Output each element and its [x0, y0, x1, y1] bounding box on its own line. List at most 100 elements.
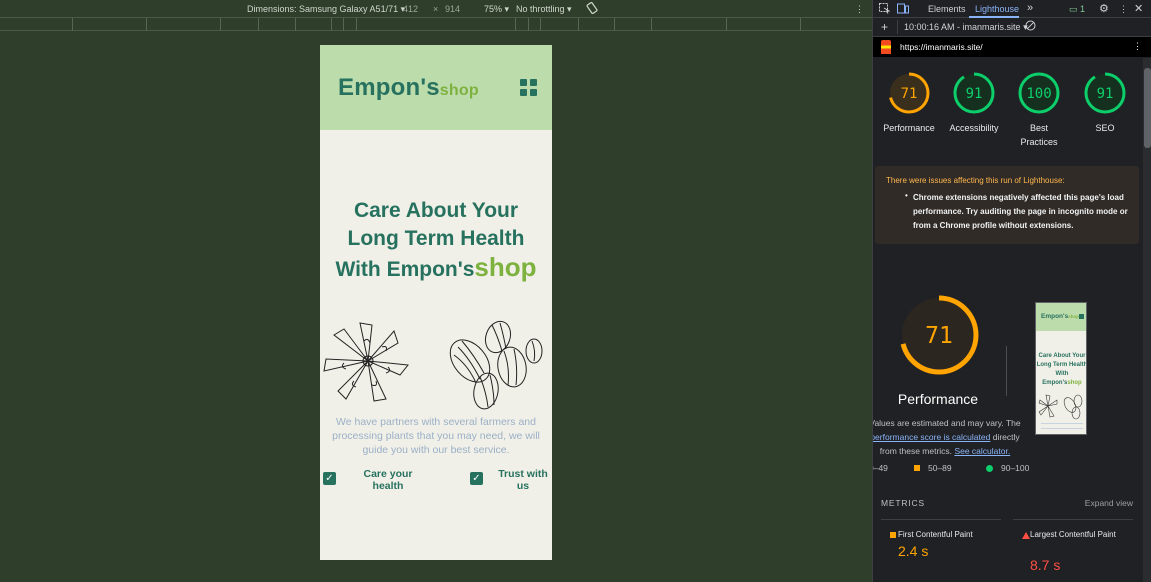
close-icon[interactable]: ✕ — [1134, 2, 1143, 15]
device-dimensions-select[interactable]: Dimensions: Samsung Galaxy A51/71 ▾ — [247, 4, 405, 15]
gauge-accessibility-value: 91 — [966, 86, 983, 102]
thumb-text-lines — [1041, 423, 1083, 429]
hero-title-line-2: Long Term Health — [347, 227, 525, 250]
devtools-panel: Elements Lighthouse » ▭ 1 ⚙ ⋮ ✕ + 10:00:… — [872, 0, 1151, 582]
issues-count: 1 — [1080, 4, 1086, 14]
times-symbol: × — [433, 4, 439, 14]
hero-title: Care About Your Long Term Health With Em… — [320, 197, 552, 284]
performance-gauge-large-value: 71 — [925, 323, 953, 349]
score-calculated-link[interactable]: performance score is calculated — [873, 432, 990, 442]
thumb-title-line-1: Care About Your — [1038, 353, 1086, 359]
hero-title-shop: shop — [474, 252, 537, 282]
device-more-button[interactable]: ⋮ — [855, 4, 864, 15]
clear-reports-icon[interactable] — [1025, 20, 1036, 33]
thumb-title: Care About Your Long Term Health With Em… — [1036, 352, 1087, 388]
logo-main-text: Empon's — [338, 74, 440, 101]
gauge-accessibility[interactable]: 91 Accessibility — [941, 70, 1007, 135]
lighthouse-report: 71 Performance 91 Accessibility 100 Best Prac… — [873, 58, 1143, 582]
gauge-seo[interactable]: 91 SEO — [1072, 70, 1138, 135]
legend-average-range: 50–89 — [928, 463, 952, 473]
metric-separator — [1013, 519, 1133, 520]
gauge-seo-label: SEO — [1095, 123, 1115, 133]
checkbox-icon: ✓ — [470, 472, 483, 485]
lighthouse-toolbar: + 10:00:16 AM - imanmaris.site ▾ — [873, 18, 1151, 37]
tab-lighthouse[interactable]: Lighthouse — [975, 4, 1019, 14]
thumb-title-line-3: With Empon'sshop — [1036, 370, 1086, 388]
performance-gauge-large: 71 — [899, 295, 979, 375]
gauge-best-practices-value: 100 — [1026, 86, 1051, 102]
see-calculator-link[interactable]: See calculator. — [954, 446, 1010, 456]
throttling-value: No throttling — [516, 4, 565, 14]
feature-trust: ✓ Trust with us — [470, 468, 552, 496]
mobile-viewport: Empon'sshop Care About Your Long Term He… — [320, 45, 552, 560]
warning-title: There were issues affecting this run of … — [886, 176, 1065, 185]
pass-circle-icon — [986, 465, 993, 472]
gauge-best-practices[interactable]: 100 Best Practices — [1006, 70, 1072, 149]
hero-description: We have partners with several farmers an… — [332, 416, 540, 456]
thumb-logo: Empon'sshop — [1041, 313, 1079, 320]
warning-text: Chrome extensions negatively affected th… — [913, 193, 1128, 230]
grid-menu-icon[interactable] — [520, 79, 537, 96]
new-report-button[interactable]: + — [881, 20, 888, 34]
tab-elements[interactable]: Elements — [928, 4, 966, 14]
gauge-divider — [1006, 346, 1007, 396]
zoom-select[interactable]: 75% ▾ — [484, 4, 509, 15]
thumb-title-shop: shop — [1067, 380, 1082, 386]
thumb-logo-main: Empon's — [1041, 313, 1069, 320]
spice-illustration — [323, 320, 543, 410]
rotate-icon[interactable] — [586, 1, 598, 16]
devtools-tab-bar: Elements Lighthouse » ▭ 1 ⚙ ⋮ ✕ — [873, 0, 1151, 18]
metric-fcp-name: First Contentful Paint — [898, 530, 973, 539]
feature-care-health-label: Care your health — [363, 468, 413, 492]
site-logo[interactable]: Empon'sshop — [338, 74, 479, 102]
gauge-performance-value: 71 — [901, 86, 918, 102]
settings-gear-icon[interactable]: ⚙ — [1099, 2, 1109, 15]
legend-fail: 0–49 — [873, 463, 888, 473]
throttling-select[interactable]: No throttling ▾ — [516, 4, 572, 15]
gauge-best-practices-ring: 100 — [1018, 72, 1060, 114]
final-screenshot-thumbnail[interactable]: Empon'sshop Care About Your Long Term He… — [1035, 302, 1087, 435]
thumb-title-line-2: Long Term Health — [1036, 362, 1087, 368]
gauge-best-practices-label: Best Practices — [1020, 123, 1058, 147]
thumb-menu-icon — [1079, 314, 1084, 319]
metric-separator — [881, 519, 1001, 520]
hero-title-line-3: With Empon'sshop — [320, 253, 552, 284]
report-select[interactable]: 10:00:16 AM - imanmaris.site ▾ — [904, 22, 1028, 33]
report-menu-icon[interactable]: ⋮ — [1133, 41, 1142, 52]
legend-average: 50–89 — [914, 463, 952, 473]
device-dimensions-label: Dimensions: Samsung Galaxy A51/71 — [247, 4, 399, 14]
device-width-input[interactable]: 412 — [403, 4, 418, 14]
gauge-accessibility-label: Accessibility — [949, 123, 999, 133]
metric-fcp-value: 2.4 s — [898, 543, 929, 559]
more-tabs-button[interactable]: » — [1027, 2, 1033, 14]
score-legend: 0–49 50–89 90–100 — [873, 463, 1143, 477]
metrics-header: METRICS Expand view — [881, 498, 1133, 514]
thumb-spice-illustration — [1038, 394, 1083, 420]
gauge-performance-label: Performance — [883, 123, 935, 133]
media-query-ruler — [0, 18, 872, 31]
expand-view-toggle[interactable]: Expand view — [1085, 498, 1133, 508]
metric-lcp-value: 8.7 s — [1030, 557, 1061, 573]
legend-pass: 90–100 — [986, 463, 1029, 473]
hero-title-line-1: Care About Your — [353, 199, 519, 222]
legend-fail-range: 0–49 — [873, 463, 888, 473]
devtools-menu-icon[interactable]: ⋮ — [1119, 4, 1128, 15]
checkbox-icon: ✓ — [323, 472, 336, 485]
inspect-element-icon[interactable] — [879, 3, 891, 16]
toolbar-divider — [897, 20, 898, 34]
feature-care-health: ✓ Care your health — [323, 468, 433, 496]
issues-counter[interactable]: ▭ 1 — [1069, 4, 1085, 15]
report-url[interactable]: https://imanmaris.site/ — [900, 42, 983, 52]
thumb-title-brand: With Empon's — [1042, 371, 1069, 386]
device-toggle-icon[interactable] — [897, 3, 909, 16]
fail-triangle-icon — [1022, 532, 1030, 539]
gauge-performance-ring: 71 — [888, 72, 930, 114]
logo-shop-text: shop — [439, 82, 479, 99]
device-height-input[interactable]: 914 — [445, 4, 460, 14]
report-scrollbar[interactable] — [1143, 58, 1151, 582]
gauge-performance[interactable]: 71 Performance — [876, 70, 942, 135]
report-url-bar: https://imanmaris.site/ ⋮ — [873, 37, 1151, 57]
average-square-icon — [914, 465, 920, 471]
performance-note: Values are estimated and may vary. The p… — [873, 416, 1025, 458]
legend-pass-range: 90–100 — [1001, 463, 1030, 473]
